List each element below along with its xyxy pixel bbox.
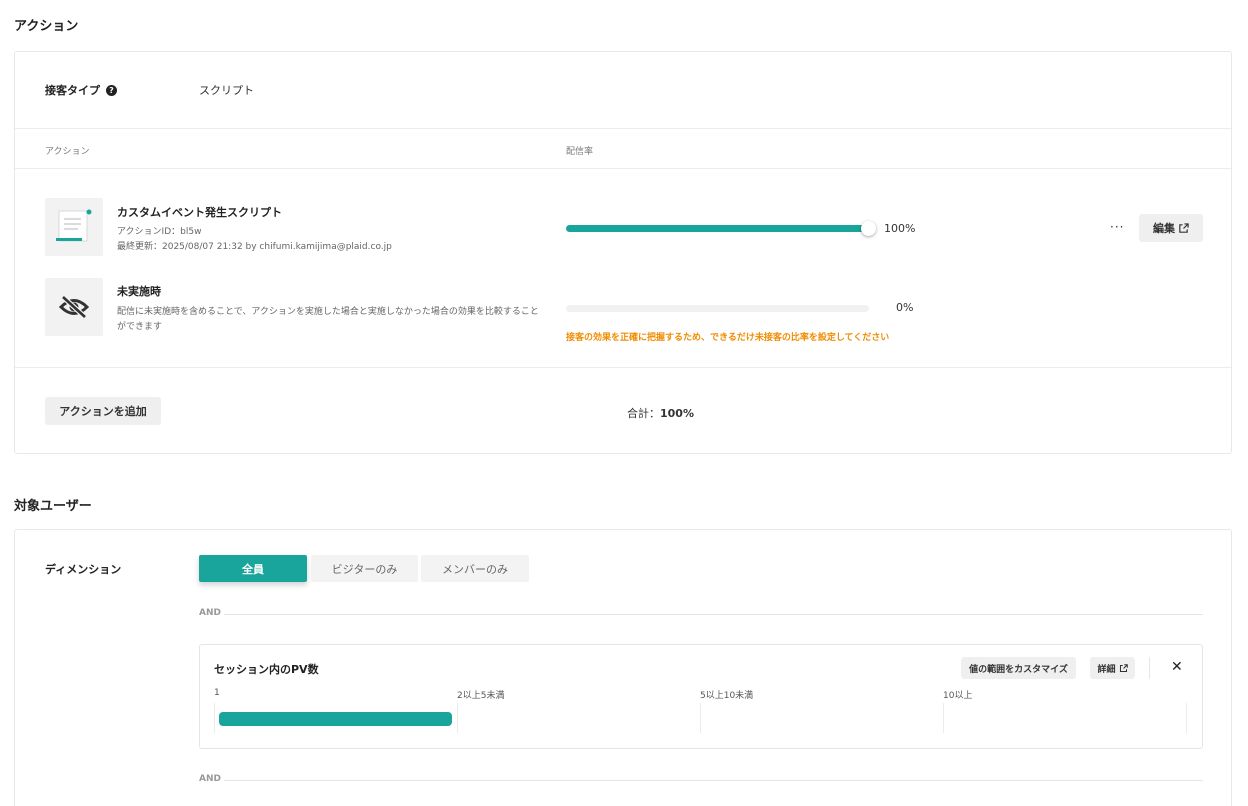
delivery-rate-fill (566, 225, 869, 232)
section-title-action: アクション (14, 19, 79, 34)
and-divider: AND (199, 608, 1203, 620)
range-tick-1: 1 (214, 688, 220, 698)
no-action-rate-value: 0% (896, 301, 914, 314)
and-line (224, 780, 1203, 781)
delivery-type-label-wrap: 接客タイプ ? (45, 82, 117, 98)
close-icon[interactable]: ✕ (1171, 659, 1183, 675)
range-gridline (700, 703, 701, 733)
and-label: AND (199, 774, 221, 784)
detail-button-label: 詳細 (1097, 664, 1116, 675)
delivery-type-value: スクリプト (199, 84, 254, 97)
segment-members-only[interactable]: メンバーのみ (421, 555, 529, 582)
external-link-icon (1179, 222, 1189, 233)
edit-button-label: 編集 (1153, 222, 1175, 235)
script-thumbnail (45, 198, 103, 256)
add-action-button[interactable]: アクションを追加 (45, 397, 161, 425)
audience-card: ディメンション 全員 ビジターのみ メンバーのみ AND セッション内のPV数 … (14, 529, 1232, 806)
total-rate-label: 合計： (627, 407, 660, 420)
total-rate-value: 100% (660, 407, 694, 420)
range-gridline (457, 703, 458, 733)
delivery-type-label: 接客タイプ (45, 84, 100, 97)
delivery-rate-slider[interactable] (566, 221, 876, 236)
condition-pv-count: セッション内のPV数 値の範囲をカスタマイズ 詳細 ✕ 1 2以上5未満 5以上… (199, 644, 1203, 749)
total-rate: 合計：100% (627, 405, 694, 421)
selected-range-bar[interactable] (219, 712, 452, 726)
no-action-title: 未実施時 (117, 285, 161, 298)
range-tick-5-10: 5以上10未満 (700, 691, 754, 701)
no-action-thumbnail (45, 278, 103, 336)
and-line (224, 614, 1203, 615)
script-document-icon (56, 209, 92, 242)
detail-button[interactable]: 詳細 (1090, 657, 1135, 679)
column-header-action: アクション (45, 147, 90, 157)
action-id: アクションID：bl5w (117, 227, 202, 237)
delivery-rate-value: 100% (884, 222, 916, 235)
range-gridline (943, 703, 944, 733)
column-header-rate: 配信率 (566, 147, 594, 157)
external-link-icon (1119, 663, 1128, 672)
delivery-rate-handle[interactable] (861, 221, 876, 236)
delivery-type-row: 接客タイプ ? スクリプト (15, 52, 1231, 129)
more-options-button[interactable]: ··· (1110, 220, 1124, 234)
range-tick-10plus: 10以上 (943, 691, 973, 701)
segment-all[interactable]: 全員 (199, 555, 307, 582)
no-action-rate-slider[interactable] (566, 305, 869, 312)
section-title-audience: 対象ユーザー (14, 499, 92, 514)
action-row-custom-script: カスタムイベント発生スクリプト アクションID：bl5w 最終更新：2025/0… (15, 198, 1231, 268)
range-tick-2-5: 2以上5未満 (457, 691, 505, 701)
help-icon[interactable]: ? (106, 84, 117, 96)
action-last-updated: 最終更新：2025/08/07 21:32 by chifumi.kamijim… (117, 242, 392, 252)
and-label: AND (199, 608, 221, 618)
customize-range-button[interactable]: 値の範囲をカスタマイズ (961, 657, 1076, 679)
edit-button[interactable]: 編集 (1139, 214, 1203, 242)
no-action-description-2: ができます (117, 322, 163, 332)
range-gridline (214, 703, 215, 733)
dimension-label: ディメンション (45, 563, 122, 576)
eye-off-icon (58, 295, 90, 319)
action-table-header: アクション 配信率 (15, 129, 1231, 169)
no-action-description-1: 配信に未実施時を含めることで、アクションを実施した場合と実施しなかった場合の効果… (117, 307, 539, 317)
condition-title: セッション内のPV数 (214, 663, 319, 676)
action-row-no-action: 未実施時 配信に未実施時を含めることで、アクションを実施した場合と実施しなかった… (15, 278, 1231, 358)
action-title[interactable]: カスタムイベント発生スクリプト (117, 204, 282, 220)
and-divider: AND (199, 774, 1203, 786)
divider (1149, 657, 1150, 679)
segment-visitors-only[interactable]: ビジターのみ (311, 555, 418, 582)
action-footer: アクションを追加 合計：100% (15, 367, 1231, 454)
action-card: 接客タイプ ? スクリプト アクション 配信率 カスタムイベント発生スクリプト … (14, 51, 1232, 454)
range-gridline (1186, 703, 1187, 733)
no-action-warning: 接客の効果を正確に把握するため、できるだけ未接客の比率を設定してください (566, 333, 890, 343)
